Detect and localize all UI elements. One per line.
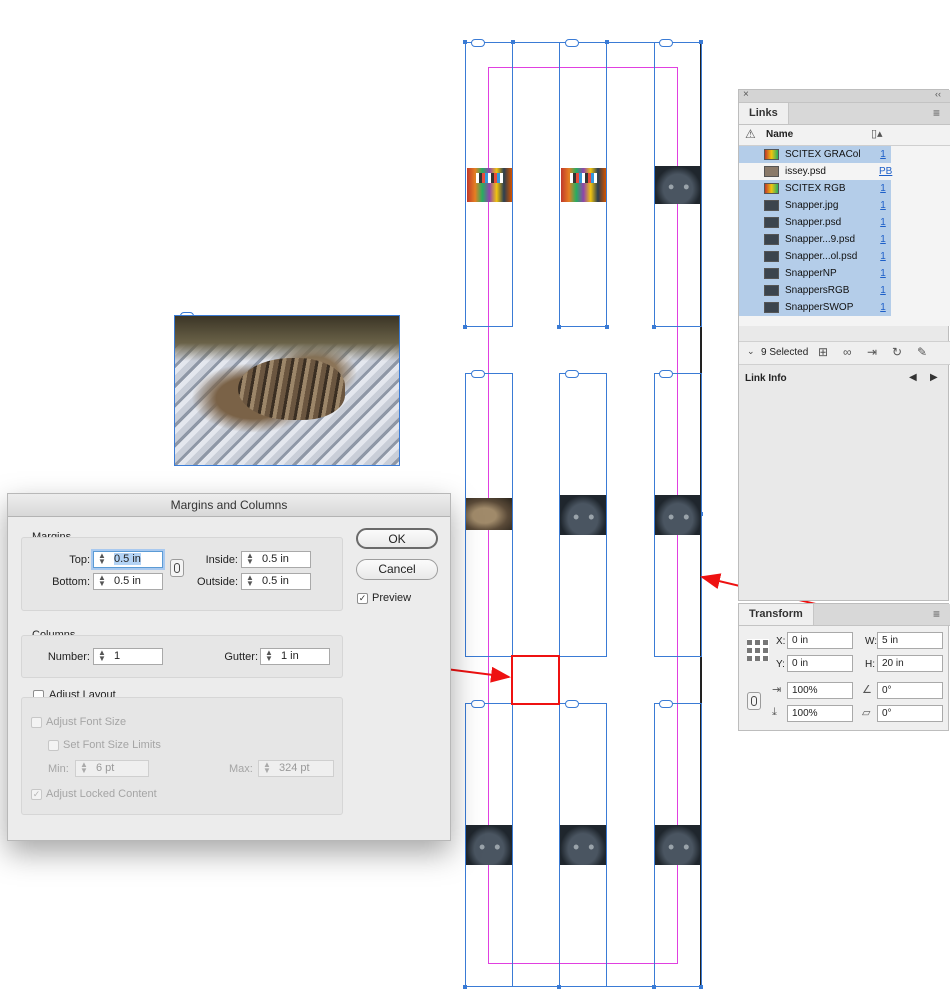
selected-count: 9 Selected	[761, 347, 809, 358]
adjust-locked-content-label: Adjust Locked Content	[46, 788, 157, 800]
stepper-icon[interactable]: ▲ ▼	[261, 761, 273, 775]
links-header: ⚠ Name ▯▴	[739, 125, 950, 146]
inside-margin-field[interactable]: ▲ ▼ 0.5 in	[241, 551, 311, 568]
missing-warning-icon[interactable]: ⚠	[745, 127, 756, 141]
x-label: X:	[776, 636, 786, 647]
next-link-icon[interactable]: ▶	[930, 372, 938, 383]
list-item[interactable]: SnappersRGB 1	[739, 282, 891, 299]
top-label: Top:	[69, 554, 90, 566]
scale-x-field[interactable]: 100%	[787, 682, 853, 699]
tab-links[interactable]: Links	[739, 103, 789, 124]
list-item[interactable]: Snapper...ol.psd 1	[739, 248, 891, 265]
adjust-locked-content-checkbox[interactable]: ✓	[31, 789, 42, 800]
transform-tab-bar: Transform ≡	[739, 604, 950, 626]
h-field[interactable]: 20 in	[877, 655, 943, 672]
adjust-font-size-label: Adjust Font Size	[46, 716, 127, 728]
max-font-size-field[interactable]: ▲ ▼ 324 pt	[258, 760, 334, 777]
preview-label: Preview	[372, 592, 412, 604]
min-font-size-field[interactable]: ▲ ▼ 6 pt	[75, 760, 149, 777]
relink-from-cc-icon[interactable]: ⊞	[818, 345, 828, 359]
margins-columns-dialog: Margins and Columns Margins Top: ▲▼ 0.5 …	[7, 493, 451, 841]
columns-number-field[interactable]: ▲ ▼ 1	[93, 648, 163, 665]
go-to-link-icon[interactable]: ⇥	[867, 345, 877, 359]
top-margin-field[interactable]: ▲ ▼ 0.5 in	[93, 551, 163, 568]
adjust-font-size-checkbox[interactable]	[31, 717, 42, 728]
list-item[interactable]: SnapperNP 1	[739, 265, 891, 282]
shear-angle-icon: ▱	[862, 707, 871, 719]
max-label: Max:	[229, 763, 253, 775]
stepper-icon[interactable]: ▲ ▼	[96, 574, 108, 588]
bottom-label: Bottom:	[52, 576, 90, 588]
links-list: SCITEX GRACol 1 issey.psd PB SCITEX RGB 1 S…	[739, 146, 950, 326]
scale-y-field[interactable]: 100%	[787, 705, 853, 722]
chevron-down-icon[interactable]: ⌄	[747, 346, 755, 357]
stepper-icon[interactable]: ▲ ▼	[244, 552, 256, 566]
list-item[interactable]: Snapper.psd 1	[739, 214, 891, 231]
stepper-icon[interactable]: ▲ ▼	[96, 649, 108, 663]
list-item[interactable]: issey.psd PB	[739, 163, 892, 180]
stepper-icon[interactable]: ▲ ▼	[244, 574, 256, 588]
link-info-label: Link Info	[745, 373, 787, 384]
reference-point-icon[interactable]	[747, 639, 769, 661]
list-item[interactable]: SnapperSWOP 1	[739, 299, 891, 316]
panel-top-bar: × ‹‹	[739, 89, 950, 103]
make-settings-same-chain-icon[interactable]	[170, 559, 184, 577]
font-size-limits-label: Set Font Size Limits	[63, 739, 161, 751]
gutter-field[interactable]: ▲ ▼ 1 in	[260, 648, 330, 665]
list-item[interactable]: Snapper.jpg 1	[739, 197, 891, 214]
tab-transform[interactable]: Transform	[739, 604, 814, 625]
link-info-bar[interactable]: Link Info ◀ ▶	[739, 369, 950, 389]
outside-label: Outside:	[197, 576, 238, 588]
rotate-field[interactable]: 0°	[877, 682, 943, 699]
constrain-proportions-icon[interactable]	[747, 692, 761, 710]
scale-y-icon: ⤓	[772, 706, 777, 718]
h-label: H:	[865, 659, 875, 670]
panel-menu-icon[interactable]: ≡	[933, 106, 940, 120]
stepper-icon[interactable]: ▲ ▼	[78, 761, 90, 775]
rotate-angle-icon: ∠	[862, 684, 872, 696]
stepper-icon[interactable]: ▲ ▼	[96, 552, 108, 566]
stepper-icon[interactable]: ▲ ▼	[263, 649, 275, 663]
transform-panel: Transform ≡ X: 0 in Y: 0 in W: 5 in H: 2…	[738, 603, 950, 731]
page-column-icon[interactable]: ▯▴	[871, 127, 883, 140]
previous-link-icon[interactable]: ◀	[909, 372, 917, 383]
inside-label: Inside:	[205, 554, 238, 566]
x-field[interactable]: 0 in	[787, 632, 853, 649]
ok-button[interactable]: OK	[356, 528, 438, 549]
y-field[interactable]: 0 in	[787, 655, 853, 672]
dialog-title: Margins and Columns	[8, 494, 450, 517]
outside-margin-field[interactable]: ▲ ▼ 0.5 in	[241, 573, 311, 590]
bottom-margin-field[interactable]: ▲ ▼ 0.5 in	[93, 573, 163, 590]
relink-icon[interactable]: ∞	[843, 345, 852, 359]
list-item[interactable]: SCITEX GRACol 1	[739, 146, 891, 163]
shear-field[interactable]: 0°	[877, 705, 943, 722]
edit-original-icon[interactable]: ✎	[917, 345, 927, 359]
close-panel-icon[interactable]: ×	[743, 89, 749, 100]
name-column-header[interactable]: Name	[766, 129, 793, 140]
number-label: Number:	[47, 651, 90, 663]
scale-x-icon: ⇥	[772, 684, 782, 696]
panel-menu-icon[interactable]: ≡	[933, 607, 940, 621]
w-field[interactable]: 5 in	[877, 632, 943, 649]
collapse-panel-icon[interactable]: ‹‹	[935, 89, 941, 99]
list-item[interactable]: Snapper...9.psd 1	[739, 231, 891, 248]
links-tab-bar: Links ≡	[739, 103, 950, 125]
preview-checkbox[interactable]: ✓	[357, 593, 368, 604]
links-panel: × ‹‹ Links ≡ ⚠ Name ▯▴ SCITEX GRACol 1 is…	[738, 89, 950, 601]
w-label: W:	[865, 636, 878, 647]
gutter-label: Gutter:	[224, 651, 258, 663]
update-link-icon[interactable]: ↻	[892, 345, 902, 359]
font-size-limits-checkbox[interactable]	[48, 740, 59, 751]
cancel-button[interactable]: Cancel	[356, 559, 438, 580]
min-label: Min:	[48, 763, 69, 775]
y-label: Y:	[776, 659, 785, 670]
links-toolbar: ⌄ 9 Selected ⊞ ∞ ⇥ ↻ ✎	[739, 341, 950, 365]
list-item[interactable]: SCITEX RGB 1	[739, 180, 891, 197]
